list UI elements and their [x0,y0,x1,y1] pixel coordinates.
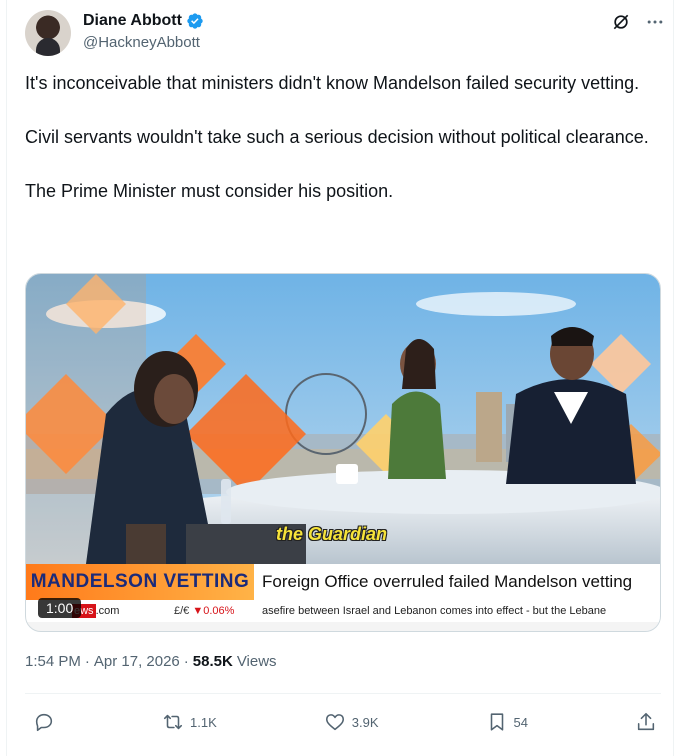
divider [25,693,661,694]
meta-separator: · [183,653,189,670]
tweet-paragraph: The Prime Minister must consider his pos… [25,181,394,201]
retweet-icon [163,714,183,730]
banner-headline: Foreign Office overruled failed Mandelso… [262,572,633,591]
header-icons [611,12,665,32]
heart-icon [325,714,344,731]
meta-separator: · [84,653,90,670]
video-player[interactable]: the Guardian MANDELSON VETTING Foreign O… [25,273,661,632]
grok-icon[interactable] [611,12,631,32]
share-icon [637,712,655,731]
tweet-card: Diane Abbott @HackneyAbbott It's inconce… [6,0,674,756]
views-label: Views [236,653,277,670]
banner-label-box: MANDELSON VETTING [26,564,254,600]
video-caption: the Guardian [276,524,388,544]
ticker-site-rest: .com [95,605,120,617]
banner-label: MANDELSON VETTING [30,571,250,592]
bookmark-button[interactable]: 54 [486,711,528,733]
bookmark-count: 54 [513,714,528,730]
share-button[interactable] [635,711,657,733]
retweet-count: 1.1K [190,714,217,730]
reply-button[interactable] [33,711,55,733]
tweet-text: It's inconceivable that ministers didn't… [25,70,655,232]
news-ticker: ews .com £/€ ▼0.06% asefire between Israe… [26,600,660,622]
bookmark-icon [490,713,503,731]
author-name-row: Diane Abbott [83,12,204,30]
retweet-button[interactable]: 1.1K [162,711,217,733]
reply-icon [35,713,53,732]
more-options-icon[interactable] [645,12,665,32]
ticker-fx: £/€ ▼0.06% [166,605,262,617]
ticker-fx-pair: £/€ [174,605,190,617]
author-name[interactable]: Diane Abbott [83,12,182,30]
ticker-fx-change: ▼0.06% [192,605,235,617]
author-handle[interactable]: @HackneyAbbott [83,34,200,51]
action-bar: 1.1K 3.9K 54 [25,706,661,738]
tweet-header: Diane Abbott @HackneyAbbott [25,10,665,58]
tweet-date[interactable]: Apr 17, 2026 [94,653,180,670]
tweet-paragraph: Civil servants wouldn't take such a seri… [25,127,649,147]
avatar[interactable] [25,10,71,56]
tweet-time[interactable]: 1:54 PM [25,653,81,670]
tweet-paragraph: It's inconceivable that ministers didn't… [25,73,640,93]
verified-badge-icon [187,13,203,29]
news-banner: MANDELSON VETTING Foreign Office overrul… [26,564,660,600]
banner-headline-box: Foreign Office overruled failed Mandelso… [254,564,660,600]
like-button[interactable]: 3.9K [324,711,379,733]
like-count: 3.9K [351,714,379,730]
tweet-meta: 1:54 PM · Apr 17, 2026 · 58.5K Views [25,653,277,670]
ticker-strip [26,622,660,631]
ticker-news: asefire between Israel and Lebanon comes… [262,605,607,617]
views-count: 58.5K [192,653,233,670]
video-timer: 1:00 [38,598,82,618]
